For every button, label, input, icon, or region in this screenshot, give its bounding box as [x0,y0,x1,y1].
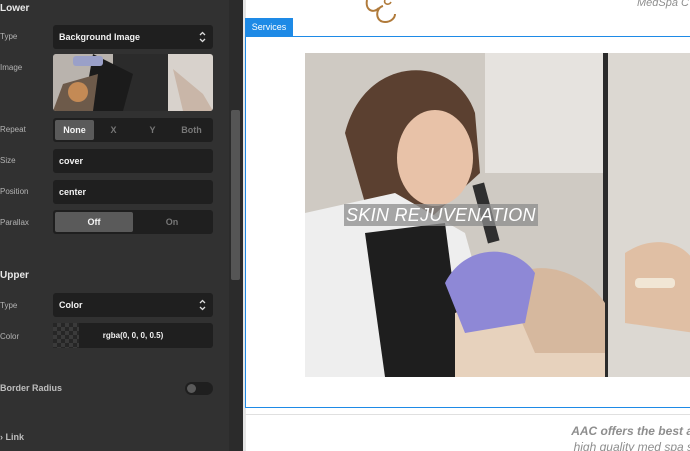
brand-text: MedSpa C [637,0,689,9]
upper-type-label: Type [0,301,18,310]
parallax-option-off[interactable]: Off [55,212,133,232]
repeat-option-none[interactable]: None [55,120,94,140]
lower-repeat-label: Repeat [0,125,26,134]
repeat-segmented-control: None X Y Both [53,118,213,142]
updown-caret-icon [199,31,206,43]
parallax-segmented-control: Off On [53,210,213,234]
transparency-swatch-icon [53,323,79,348]
tab-services[interactable]: Services [245,18,293,37]
lower-position-label: Position [0,187,29,196]
hero-title: SKIN REJUVENATION [344,204,538,226]
upper-type-select[interactable]: Color [53,293,213,317]
position-input[interactable]: center [53,180,213,204]
parallax-option-on[interactable]: On [133,212,211,232]
section-divider [245,414,690,415]
upper-type-value: Color [59,300,83,310]
scrollbar-thumb[interactable] [231,110,240,280]
upper-color-label: Color [0,332,20,341]
lower-type-select[interactable]: Background Image [53,25,213,49]
lower-image-label: Image [0,63,23,72]
link-section[interactable]: › Link [0,432,24,442]
background-image-thumbnail[interactable] [53,54,213,111]
border-radius-toggle[interactable] [185,382,213,395]
image-preview-icon [53,54,213,111]
intro-line-1: AAC offers the best a [571,424,690,438]
color-input[interactable]: rgba(0, 0, 0, 0.5) [53,323,213,348]
settings-panel: Lower Type Background Image Image Repeat… [0,0,229,451]
size-input[interactable]: cover [53,149,213,173]
repeat-option-both[interactable]: Both [172,120,211,140]
lower-type-value: Background Image [59,32,141,42]
updown-caret-icon [199,299,206,311]
lower-size-label: Size [0,156,16,165]
panel-scrollbar[interactable] [229,0,243,451]
intro-line-2: high quality med spa s [573,440,690,451]
toggle-knob [187,384,196,393]
lower-type-label: Type [0,32,18,41]
repeat-option-y[interactable]: Y [133,120,172,140]
lower-parallax-label: Parallax [0,218,29,227]
border-radius-label: Border Radius [0,383,63,393]
color-value: rgba(0, 0, 0, 0.5) [102,331,164,340]
repeat-option-x[interactable]: X [94,120,133,140]
upper-section-title: Upper [0,270,29,281]
link-label: Link [5,432,25,442]
lower-section-title: Lower [0,3,30,14]
logo-icon [365,0,396,24]
chevron-right-icon: › [0,432,3,442]
